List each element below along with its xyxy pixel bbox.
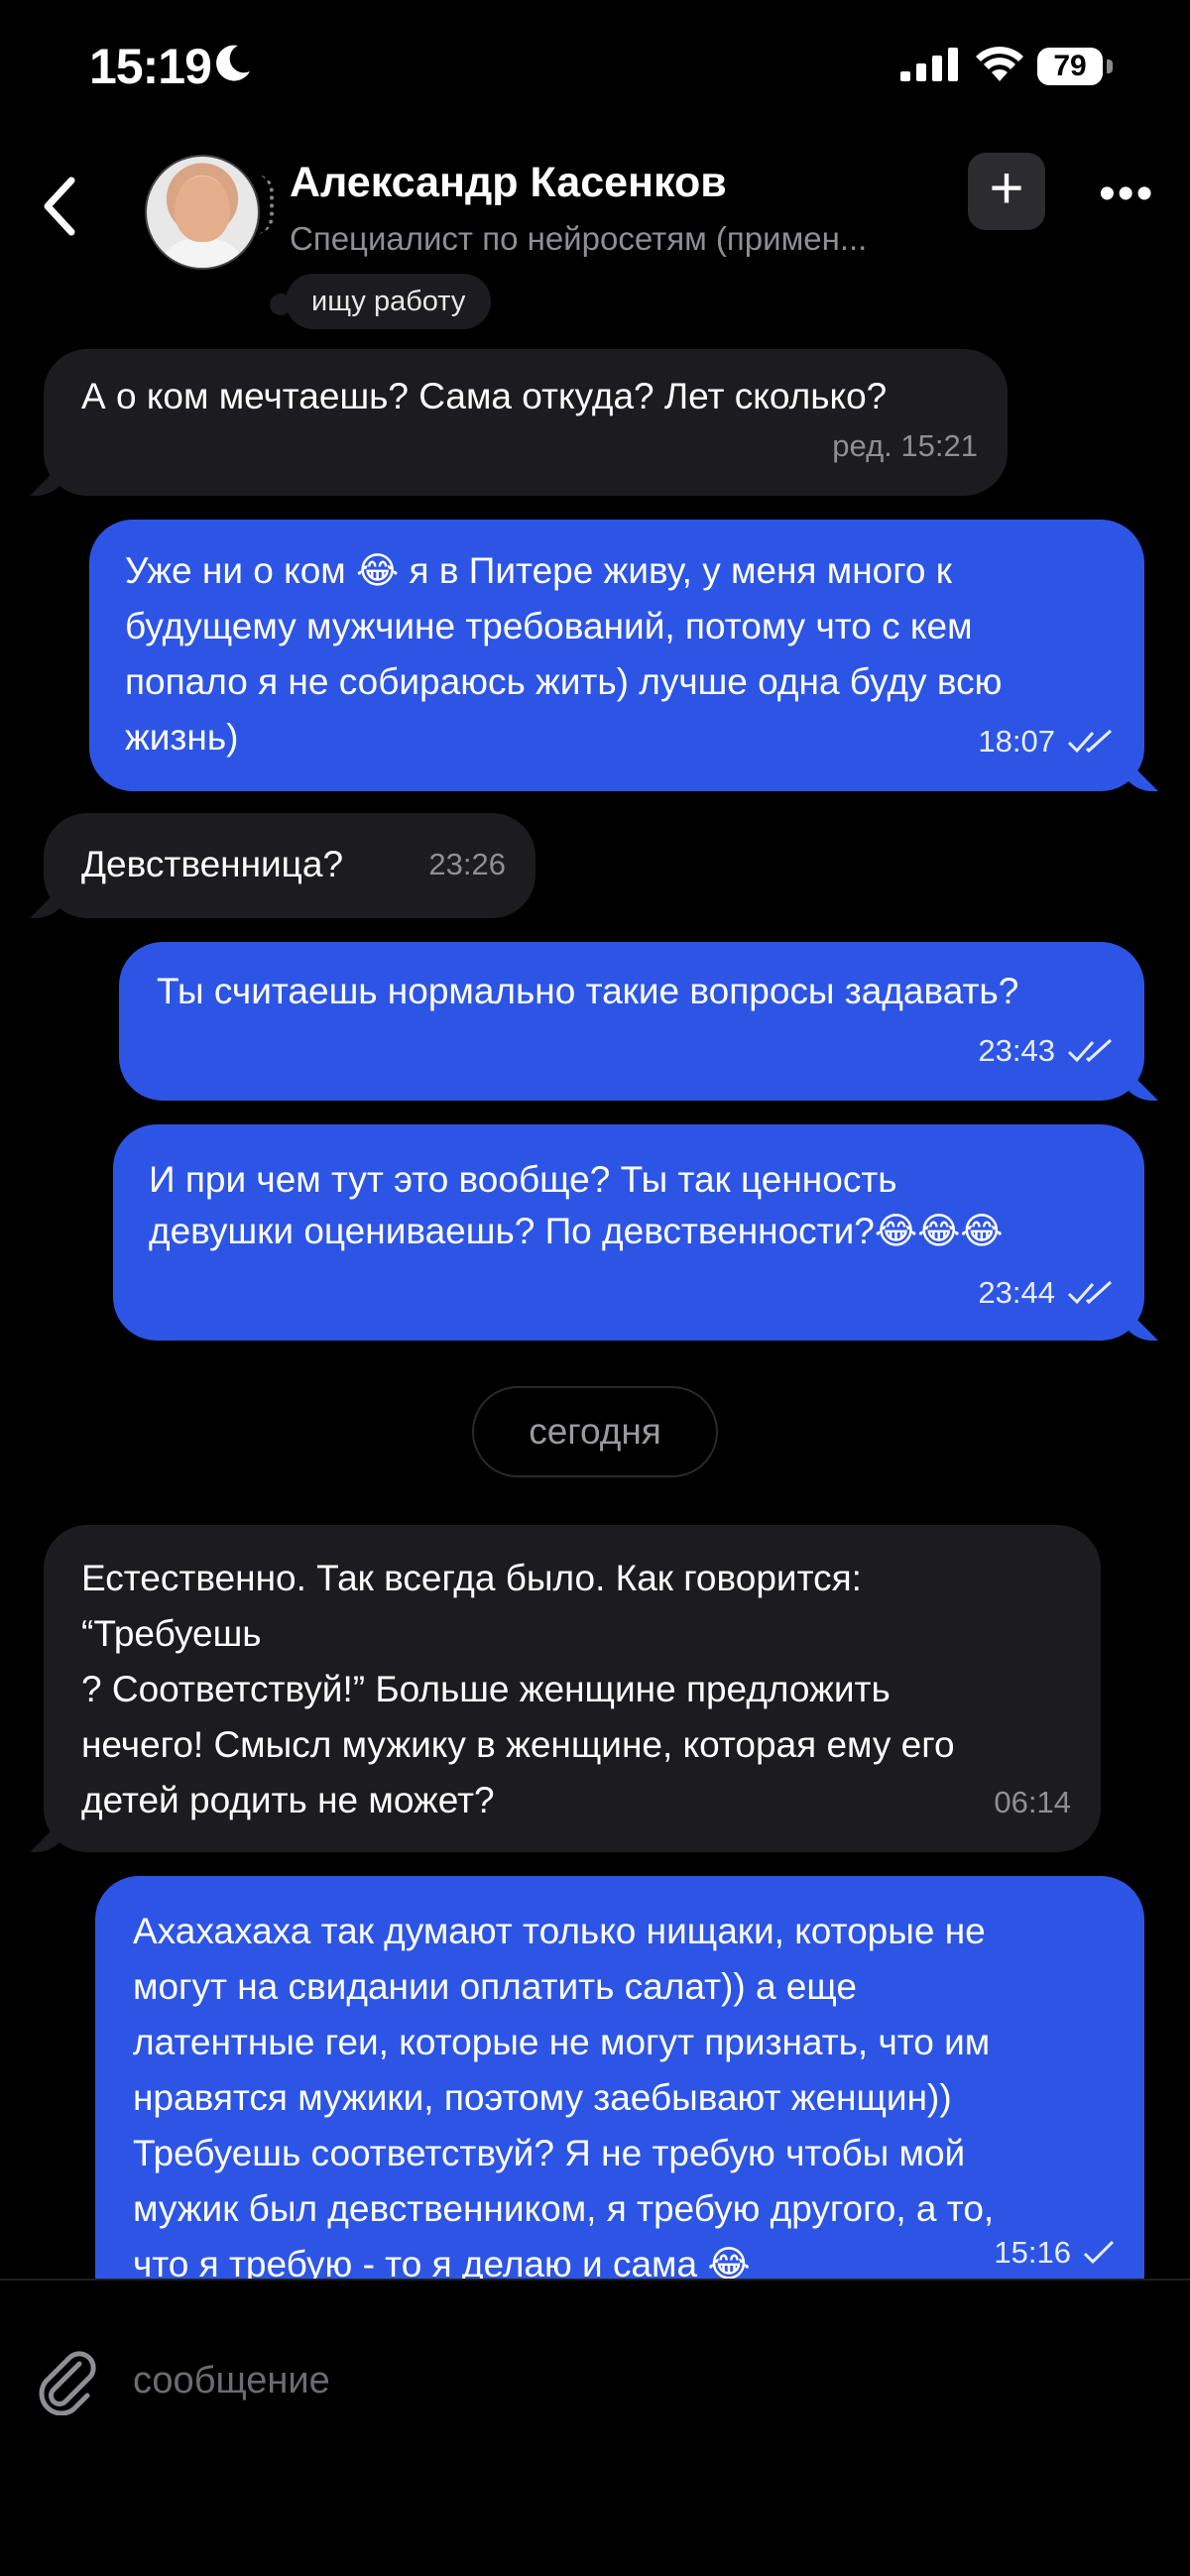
message-text: Естественно. Так всегда было. Как говори…: [81, 1558, 955, 1820]
add-button[interactable]: +: [968, 153, 1045, 230]
battery-tip: [1107, 59, 1113, 73]
contact-subtitle[interactable]: Специалист по нейросетям (примен...: [290, 220, 867, 258]
wifi-icon: [976, 47, 1023, 81]
double-check-icon: [1067, 1038, 1113, 1063]
message-text: Ты считаешь нормально такие вопросы зада…: [157, 971, 1019, 1011]
message-time: 23:26: [428, 847, 506, 881]
double-check-icon: [1067, 729, 1113, 754]
message-time: 15:16: [994, 2235, 1071, 2270]
message-text: Уже ни о ком 😂 я в Питере живу, у меня м…: [125, 550, 1003, 758]
composer-bar: [0, 2279, 1190, 2576]
signal-icon: [900, 48, 958, 81]
status-chip[interactable]: ищу работу: [286, 274, 492, 329]
message-incoming[interactable]: Девственница? 23:26: [44, 813, 536, 918]
message-text: А о ком мечтаешь? Сама откуда? Лет сколь…: [81, 376, 888, 416]
message-outgoing[interactable]: Ты считаешь нормально такие вопросы зада…: [119, 942, 1144, 1101]
message-incoming[interactable]: Естественно. Так всегда было. Как говори…: [44, 1525, 1101, 1852]
avatar[interactable]: [145, 155, 260, 270]
moon-icon: [216, 45, 250, 81]
message-time: 23:43: [978, 1033, 1055, 1068]
message-time: ред. 15:21: [832, 428, 978, 463]
battery-level: 79: [1037, 48, 1103, 85]
status-time: 15:19: [89, 39, 212, 94]
message-time: 23:44: [978, 1275, 1055, 1310]
message-text: Девственница?: [81, 844, 344, 884]
more-options-icon[interactable]: •••: [1099, 167, 1154, 221]
message-time: 06:14: [994, 1785, 1071, 1819]
date-separator: сегодня: [472, 1386, 718, 1477]
message-text: Ахахахаха так думают только нищаки, кото…: [133, 1911, 995, 2284]
message-input[interactable]: сообщение: [133, 2360, 330, 2402]
back-chevron-icon[interactable]: [40, 175, 79, 238]
double-check-icon: [1067, 1280, 1113, 1305]
message-incoming[interactable]: А о ком мечтаешь? Сама откуда? Лет сколь…: [44, 349, 1008, 496]
check-icon: [1083, 2240, 1115, 2265]
story-ring: [256, 175, 274, 234]
message-outgoing[interactable]: И при чем тут это вообще? Ты так ценност…: [113, 1124, 1144, 1341]
message-time: 18:07: [978, 724, 1055, 759]
contact-name[interactable]: Александр Касенков: [290, 159, 727, 207]
message-outgoing[interactable]: Уже ни о ком 😂 я в Питере живу, у меня м…: [89, 520, 1144, 791]
message-text: И при чем тут это вообще? Ты так ценност…: [149, 1159, 1004, 1251]
paperclip-icon[interactable]: [36, 2346, 97, 2415]
